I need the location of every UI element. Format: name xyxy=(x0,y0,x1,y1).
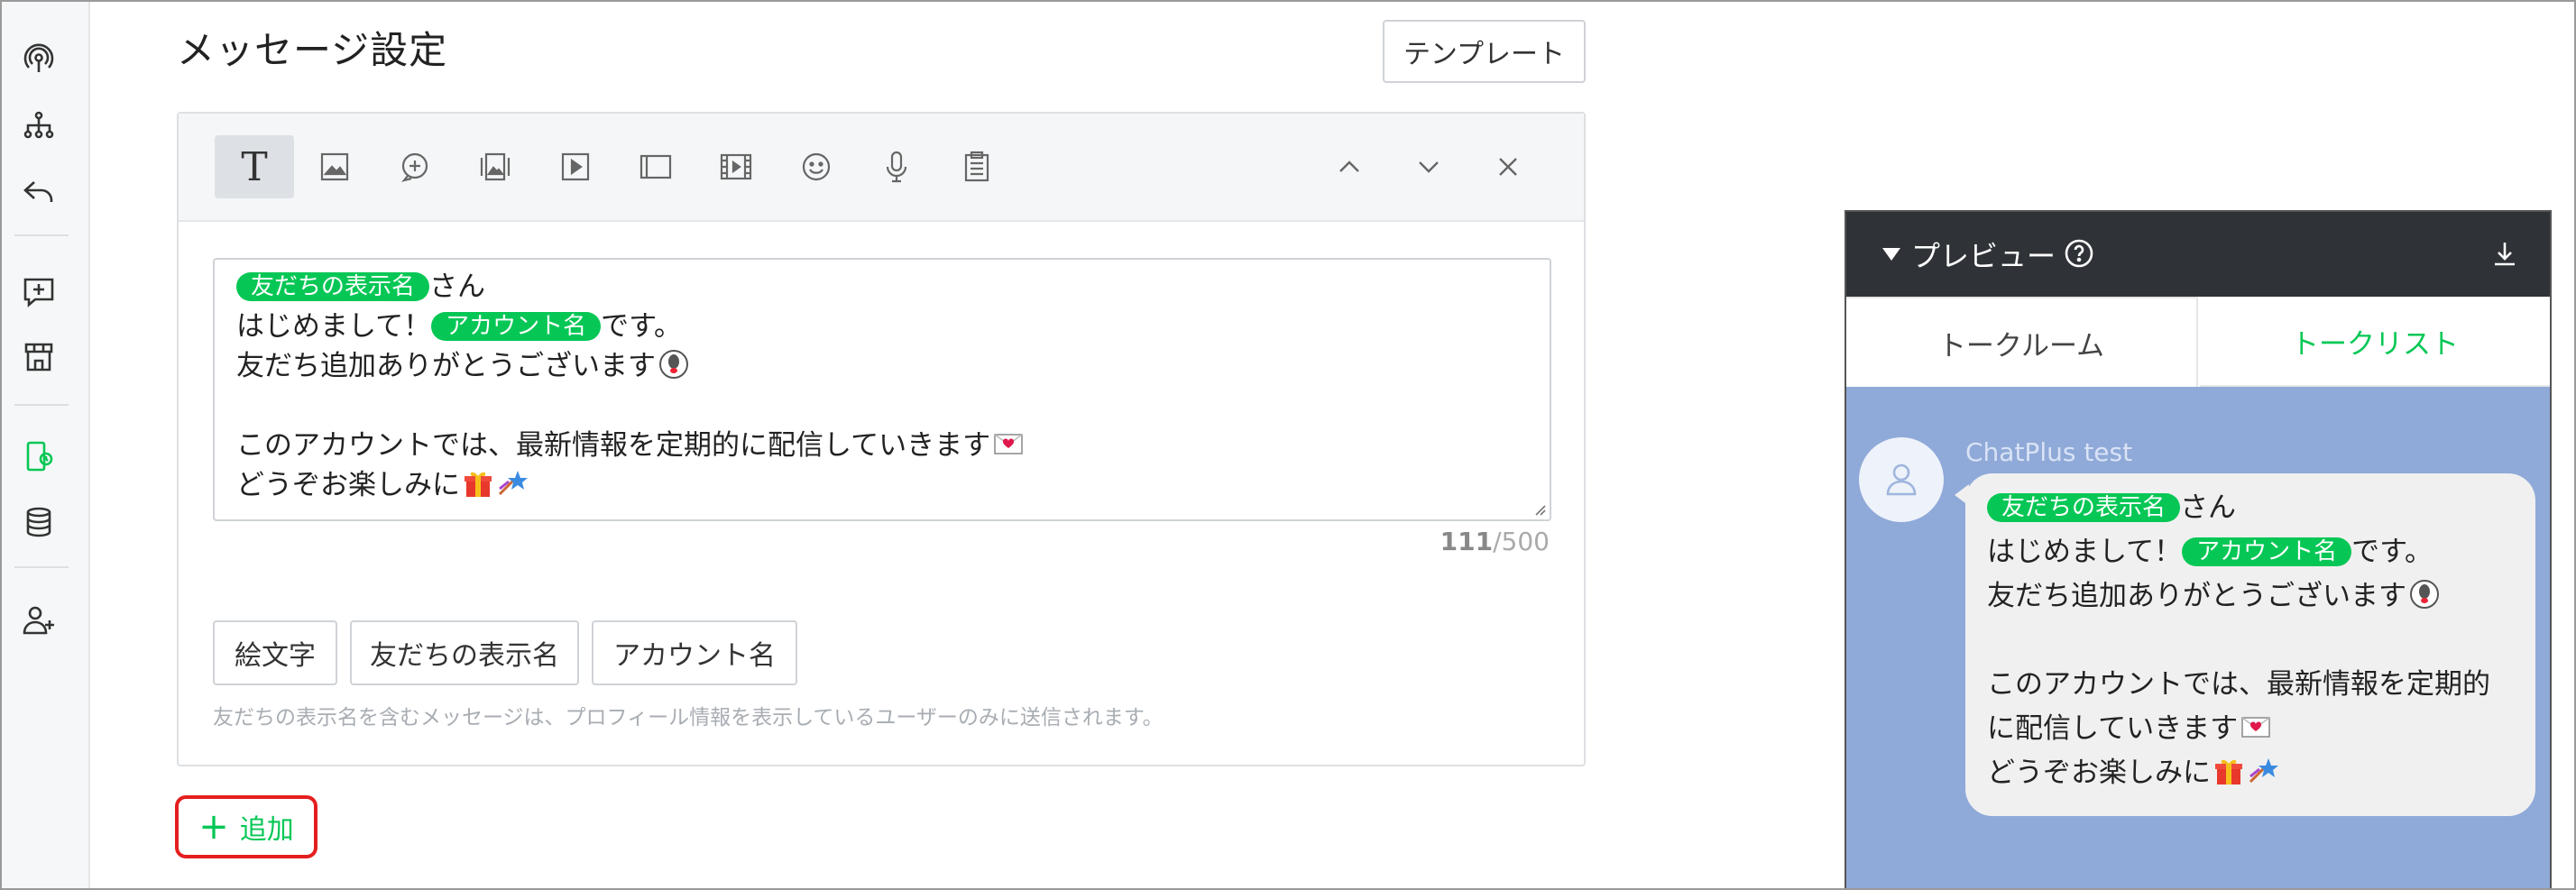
sidebar xyxy=(2,2,90,888)
video-type-button[interactable] xyxy=(536,135,615,198)
sidebar-item-message-settings[interactable] xyxy=(19,436,59,476)
clipboard-icon xyxy=(964,151,989,182)
film-icon xyxy=(720,153,752,180)
love-letter-emoji-icon xyxy=(2241,717,2270,738)
preview-panel: プレビュー トークルーム トークリスト ChatPlus test 友だちの表示… xyxy=(1845,210,2552,890)
sidebar-divider xyxy=(14,404,69,406)
message-editor: T 友だちの表示名 さん はじめまして！ アカウント名 です。 友だち追加ありが… xyxy=(177,112,1586,766)
collapse-triangle-icon[interactable] xyxy=(1882,248,1900,261)
microphone-icon xyxy=(886,151,907,183)
sidebar-divider xyxy=(14,234,69,236)
chevron-down-icon xyxy=(1419,161,1439,173)
preview-message-bubble: 友だちの表示名 さん はじめまして！ アカウント名 です。 友だち追加ありがとうござい… xyxy=(1965,473,2535,816)
avatar xyxy=(1859,437,1944,522)
emoji-type-button[interactable] xyxy=(777,135,856,198)
plus-bubble-icon xyxy=(401,152,428,182)
voice-type-button[interactable] xyxy=(857,135,936,198)
insert-friend-name-button[interactable]: 友だちの表示名 xyxy=(350,620,579,685)
insert-account-name-button[interactable]: アカウント名 xyxy=(592,620,797,685)
image-type-button[interactable] xyxy=(295,135,374,198)
shooting-star-emoji-icon xyxy=(2249,758,2278,784)
gift-emoji-icon xyxy=(465,472,492,497)
smiley-icon xyxy=(802,152,831,181)
preview-title: プレビュー xyxy=(1911,239,2056,273)
help-icon[interactable] xyxy=(2063,237,2095,270)
card-icon xyxy=(639,154,672,179)
shooting-star-emoji-icon xyxy=(498,471,528,496)
chevron-up-icon xyxy=(1339,161,1359,172)
add-message-icon xyxy=(23,278,54,307)
plus-icon: + xyxy=(198,806,229,848)
resize-handle-icon[interactable] xyxy=(1532,501,1546,516)
sidebar-item-hierarchy[interactable] xyxy=(19,106,59,145)
sidebar-item-reply[interactable] xyxy=(19,171,59,211)
account-name-tag: アカウント名 xyxy=(2182,537,2352,566)
close-icon xyxy=(1499,158,1517,176)
tab-talk-room[interactable]: トークルーム xyxy=(1846,297,2198,387)
video-carousel-button[interactable] xyxy=(696,135,776,198)
broadcast-icon xyxy=(23,43,54,72)
user-icon xyxy=(1886,463,1917,496)
sidebar-item-add-message[interactable] xyxy=(19,272,59,312)
message-settings-icon xyxy=(26,441,53,472)
sidebar-item-add-friend[interactable] xyxy=(19,601,59,640)
friend-name-tag: 友だちの表示名 xyxy=(1987,493,2181,522)
sidebar-item-store[interactable] xyxy=(19,337,59,377)
preview-header[interactable]: プレビュー xyxy=(1846,212,2550,297)
page-title: メッセージ設定 xyxy=(177,28,448,72)
download-icon[interactable] xyxy=(2487,235,2523,271)
delete-block-button[interactable] xyxy=(1468,135,1548,198)
friend-name-hint: 友だちの表示名を含むメッセージは、プロフィール情報を表示しているユーザーのみに送… xyxy=(213,706,1164,729)
add-friend-icon xyxy=(23,606,54,635)
move-down-button[interactable] xyxy=(1389,135,1468,198)
sidebar-divider xyxy=(14,566,69,568)
text-type-button[interactable]: T xyxy=(215,135,294,198)
card-type-button[interactable] xyxy=(616,135,695,198)
character-counter: 111/500 xyxy=(1440,527,1550,556)
survey-type-button[interactable] xyxy=(937,135,1017,198)
bowing-emoji-icon xyxy=(659,350,688,379)
bowing-emoji-icon xyxy=(2410,580,2439,609)
move-up-button[interactable] xyxy=(1310,135,1389,198)
sender-name: ChatPlus test xyxy=(1965,437,2133,467)
sidebar-item-database[interactable] xyxy=(19,502,59,542)
image-icon xyxy=(320,152,349,181)
text-type-icon: T xyxy=(241,143,268,190)
insert-emoji-button[interactable]: 絵文字 xyxy=(213,620,337,685)
template-button[interactable]: テンプレート xyxy=(1383,20,1586,83)
message-textarea[interactable]: 友だちの表示名 さん はじめまして！ アカウント名 です。 友だち追加ありがとうござい… xyxy=(213,258,1551,521)
love-letter-emoji-icon xyxy=(994,434,1023,454)
friend-name-tag: 友だちの表示名 xyxy=(236,272,430,301)
reply-icon xyxy=(23,181,53,202)
gift-emoji-icon xyxy=(2215,759,2242,784)
store-icon xyxy=(24,343,53,372)
tab-talk-list[interactable]: トークリスト xyxy=(2200,297,2550,387)
hierarchy-icon xyxy=(23,111,54,139)
add-message-button[interactable]: + 追加 xyxy=(175,795,317,858)
account-name-tag: アカウント名 xyxy=(431,312,602,341)
image-carousel-icon xyxy=(480,152,511,181)
database-icon xyxy=(26,507,51,537)
image-carousel-button[interactable] xyxy=(455,135,535,198)
preview-tabs: トークルーム トークリスト xyxy=(1846,297,2550,387)
editor-toolbar: T xyxy=(179,114,1584,222)
sidebar-item-broadcast[interactable] xyxy=(19,40,59,79)
video-icon xyxy=(561,152,590,181)
bubble-type-button[interactable] xyxy=(375,135,455,198)
